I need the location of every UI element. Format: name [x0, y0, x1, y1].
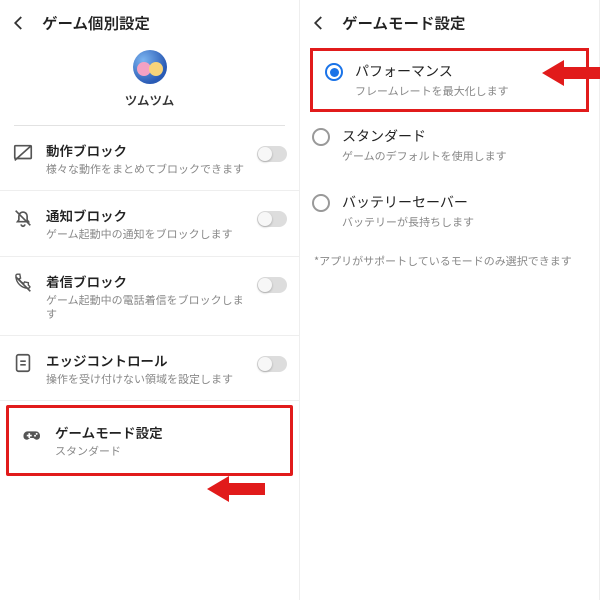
radio-icon[interactable]: [312, 194, 330, 212]
row-sub: スタンダード: [55, 444, 278, 458]
row-title: エッジコントロール: [46, 350, 245, 370]
row-edge-control[interactable]: エッジコントロール 操作を受け付けない領域を設定します: [0, 336, 299, 401]
block-icon: [12, 142, 34, 164]
back-icon[interactable]: [10, 14, 28, 32]
game-profile: ツムツム: [0, 44, 299, 119]
row-sub: 操作を受け付けない領域を設定します: [46, 372, 245, 386]
edge-icon: [12, 352, 34, 374]
row-notification-block[interactable]: 通知ブロック ゲーム起動中の通知をブロックします: [0, 191, 299, 256]
row-sub: 様々な動作をまとめてブロックできます: [46, 162, 245, 176]
toggle-switch[interactable]: [257, 277, 287, 293]
header: ゲーム個別設定: [0, 0, 299, 44]
option-title: バッテリーセーバー: [342, 192, 474, 212]
header: ゲームモード設定: [300, 0, 599, 44]
option-sub: ゲームのデフォルトを使用します: [342, 148, 507, 164]
row-title: ゲームモード設定: [55, 422, 278, 442]
row-sub: ゲーム起動中の電話着信をブロックします: [46, 293, 245, 322]
option-sub: バッテリーが長持ちします: [342, 214, 474, 230]
option-title: スタンダード: [342, 126, 507, 146]
row-game-mode[interactable]: ゲームモード設定 スタンダード: [6, 405, 293, 475]
option-performance[interactable]: パフォーマンス フレームレートを最大化します: [313, 51, 586, 109]
row-sub: ゲーム起動中の通知をブロックします: [46, 227, 245, 241]
row-title: 通知ブロック: [46, 205, 245, 225]
option-sub: フレームレートを最大化します: [355, 83, 509, 99]
radio-checked-icon[interactable]: [325, 63, 343, 81]
toggle-switch[interactable]: [257, 146, 287, 162]
right-panel: ゲームモード設定 パフォーマンス フレームレートを最大化します スタンダード ゲ…: [300, 0, 600, 600]
bell-off-icon: [12, 207, 34, 229]
highlight-box: パフォーマンス フレームレートを最大化します: [310, 48, 589, 112]
option-standard[interactable]: スタンダード ゲームのデフォルトを使用します: [300, 112, 599, 178]
page-title: ゲーム個別設定: [42, 12, 150, 34]
row-title: 着信ブロック: [46, 271, 245, 291]
footnote: *アプリがサポートしているモードのみ選択できます: [300, 244, 599, 279]
left-panel: ゲーム個別設定 ツムツム 動作ブロック 様々な動作をまとめてブロックできます 通…: [0, 0, 300, 600]
row-action-block[interactable]: 動作ブロック 様々な動作をまとめてブロックできます: [0, 126, 299, 191]
back-icon[interactable]: [310, 14, 328, 32]
radio-icon[interactable]: [312, 128, 330, 146]
toggle-switch[interactable]: [257, 356, 287, 372]
game-name: ツムツム: [125, 90, 175, 109]
row-title: 動作ブロック: [46, 140, 245, 160]
toggle-switch[interactable]: [257, 211, 287, 227]
row-call-block[interactable]: 着信ブロック ゲーム起動中の電話着信をブロックします: [0, 257, 299, 337]
option-battery[interactable]: バッテリーセーバー バッテリーが長持ちします: [300, 178, 599, 244]
phone-off-icon: [12, 273, 34, 295]
page-title: ゲームモード設定: [342, 12, 466, 34]
gamepad-icon: [21, 424, 43, 446]
annotation-arrow-icon: [205, 474, 265, 504]
option-title: パフォーマンス: [355, 61, 509, 81]
game-icon: [133, 50, 167, 84]
